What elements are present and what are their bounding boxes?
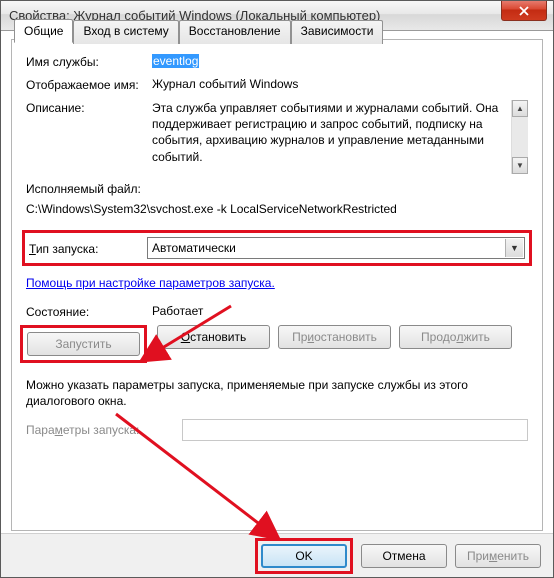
close-button[interactable]: [501, 1, 547, 21]
tab-strip: Общие Вход в систему Восстановление Зави…: [14, 19, 383, 43]
tab-recovery[interactable]: Восстановление: [179, 20, 291, 44]
label-service-name: Имя службы:: [26, 54, 152, 69]
startup-type-row: Тип запуска: Автоматически ▼: [22, 230, 532, 266]
ok-button[interactable]: OK: [261, 544, 347, 568]
general-panel: Имя службы: eventlog Отображаемое имя: Ж…: [12, 40, 542, 457]
start-button-highlight: Запустить: [20, 325, 147, 363]
scroll-track[interactable]: [512, 117, 528, 157]
value-description: Эта служба управляет событиями и журнала…: [152, 100, 511, 174]
cancel-button[interactable]: Отмена: [361, 544, 447, 568]
label-display-name: Отображаемое имя:: [26, 77, 152, 92]
value-startup-type: Автоматически: [152, 241, 236, 255]
value-exe-path: C:\Windows\System32\svchost.exe -k Local…: [26, 202, 528, 216]
tab-dependencies[interactable]: Зависимости: [291, 20, 384, 44]
dialog-footer: OK Отмена Применить: [1, 533, 553, 577]
description-scrollbar[interactable]: ▲ ▼: [511, 100, 528, 174]
label-status: Состояние:: [26, 304, 152, 319]
description-box: Эта служба управляет событиями и журнала…: [152, 100, 528, 174]
label-startup-type: Тип запуска:: [29, 241, 147, 256]
resume-button: Продолжить: [399, 325, 512, 349]
start-button: Запустить: [27, 332, 140, 356]
control-buttons: Запустить Остановить Приостановить Продо…: [26, 325, 528, 363]
close-icon: [519, 6, 529, 16]
scroll-down-icon[interactable]: ▼: [512, 157, 528, 174]
help-link[interactable]: Помощь при настройке параметров запуска.: [26, 276, 275, 290]
pause-button: Приостановить: [278, 325, 391, 349]
ok-button-highlight: OK: [255, 538, 353, 574]
params-input: [182, 419, 528, 441]
scroll-up-icon[interactable]: ▲: [512, 100, 528, 117]
label-exe-path: Исполняемый файл:: [26, 182, 528, 196]
label-params: Параметры запуска:: [26, 423, 176, 437]
startup-type-select[interactable]: Автоматически ▼: [147, 237, 525, 259]
apply-button: Применить: [455, 544, 541, 568]
label-description: Описание:: [26, 100, 152, 115]
content-frame: Общие Вход в систему Восстановление Зави…: [11, 39, 543, 531]
value-status: Работает: [152, 304, 528, 318]
params-hint: Можно указать параметры запуска, применя…: [26, 377, 528, 409]
tab-general[interactable]: Общие: [14, 19, 73, 43]
stop-button[interactable]: Остановить: [157, 325, 270, 349]
chevron-down-icon: ▼: [505, 239, 523, 257]
tab-logon[interactable]: Вход в систему: [73, 20, 178, 44]
value-display-name: Журнал событий Windows: [152, 77, 528, 91]
value-service-name: eventlog: [152, 54, 199, 68]
properties-dialog: Свойства: Журнал событий Windows (Локаль…: [0, 0, 554, 578]
